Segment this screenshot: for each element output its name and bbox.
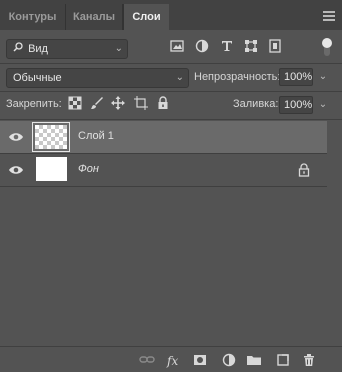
lock-transparent-pixels-icon[interactable]: [68, 96, 82, 110]
svg-text:fx: fx: [166, 354, 178, 368]
fill-dropdown-icon[interactable]: ⌄: [316, 96, 330, 114]
trash-icon[interactable]: [301, 352, 317, 368]
chevron-down-icon: ⌄: [175, 72, 184, 83]
lock-icon[interactable]: [298, 163, 310, 177]
lock-all-icon[interactable]: [156, 96, 170, 110]
tab-channels[interactable]: Каналы: [66, 4, 123, 30]
visibility-eye-icon[interactable]: [8, 131, 24, 143]
blend-mode-label: Обычные: [13, 72, 62, 84]
layer-row-background[interactable]: Фон: [0, 154, 327, 186]
layer-name[interactable]: Фон: [78, 163, 99, 175]
blend-mode-select[interactable]: Обычные ⌄: [6, 68, 189, 88]
add-mask-icon[interactable]: [192, 352, 208, 368]
adjustment-filter-icon[interactable]: [194, 38, 210, 54]
layers-panel: Контуры Каналы Слои Вид ⌄ Обычные ⌄ Непр…: [0, 0, 342, 372]
tab-layers[interactable]: Слои: [123, 4, 169, 30]
opacity-dropdown-icon[interactable]: ⌄: [316, 68, 330, 86]
fill-label: Заливка:: [233, 98, 279, 110]
fx-icon[interactable]: fx: [166, 352, 182, 368]
panel-tab-bar: Контуры Каналы Слои: [0, 0, 342, 30]
divider: [0, 91, 342, 92]
lock-artboard-icon[interactable]: [134, 96, 148, 110]
new-layer-icon[interactable]: [275, 352, 291, 368]
toggle-knob: [322, 38, 332, 48]
layer-row-layer1[interactable]: Слой 1: [0, 121, 327, 153]
adjustment-layer-icon[interactable]: [221, 352, 237, 368]
layers-bottom-toolbar: fx: [0, 346, 342, 372]
smart-object-filter-icon[interactable]: [267, 38, 283, 54]
lock-position-icon[interactable]: [111, 96, 125, 110]
visibility-eye-icon[interactable]: [8, 164, 24, 176]
panel-menu-icon[interactable]: [323, 11, 335, 21]
filter-kind-select[interactable]: Вид ⌄: [6, 39, 128, 59]
folder-icon[interactable]: [246, 352, 262, 368]
search-icon: [13, 40, 25, 58]
lock-label: Закрепить:: [6, 98, 62, 110]
shape-filter-icon[interactable]: [243, 38, 259, 54]
tab-paths[interactable]: Контуры: [0, 4, 66, 30]
type-filter-icon[interactable]: [219, 38, 235, 54]
filter-kind-label: Вид: [28, 43, 48, 55]
divider: [0, 119, 342, 120]
divider: [0, 63, 342, 64]
layer-name[interactable]: Слой 1: [78, 130, 114, 142]
lock-image-pixels-icon[interactable]: [90, 96, 104, 110]
filter-toggle-switch[interactable]: [321, 38, 333, 56]
image-filter-icon[interactable]: [169, 38, 185, 54]
layer-thumbnail-white: [36, 157, 67, 181]
opacity-input[interactable]: 100%: [279, 68, 313, 86]
fill-input[interactable]: 100%: [279, 96, 313, 114]
chevron-down-icon: ⌄: [114, 43, 123, 54]
layer-divider: [0, 186, 327, 187]
opacity-label: Непрозрачность:: [194, 71, 281, 83]
link-layers-icon[interactable]: [139, 352, 155, 368]
layer-thumbnail-transparent: [35, 125, 67, 149]
